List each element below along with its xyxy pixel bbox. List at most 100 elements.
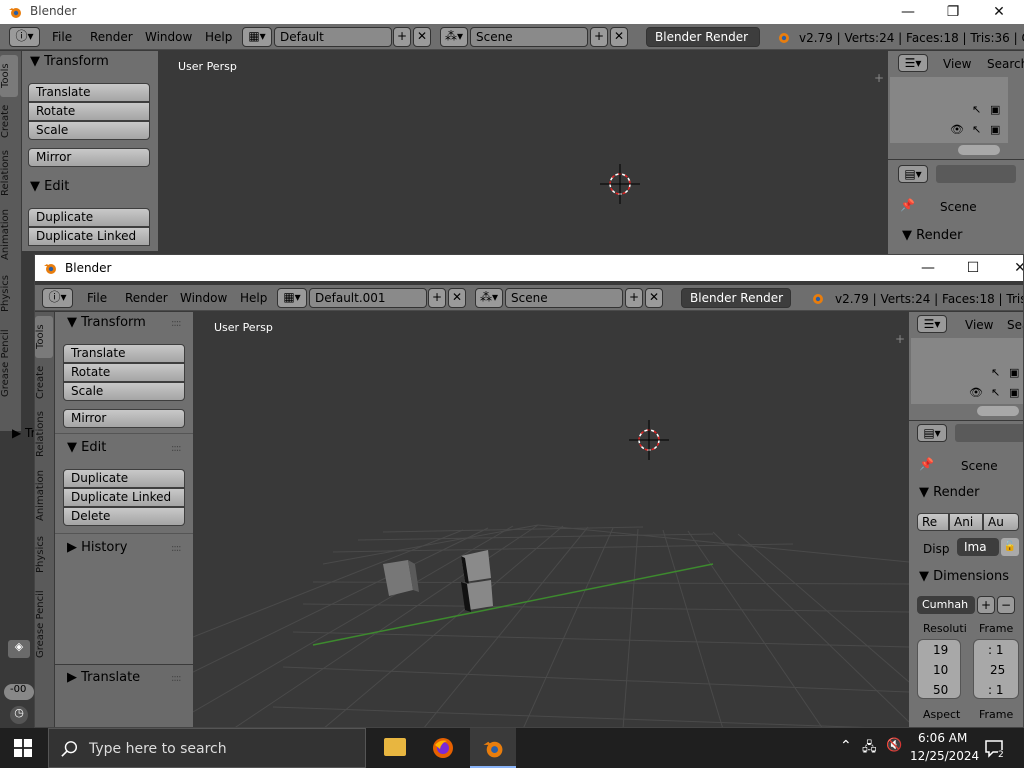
tab-relations[interactable]: Relations — [0, 145, 18, 201]
mirror-button[interactable]: Mirror — [63, 409, 185, 428]
viewport-add-icon[interactable]: + — [874, 71, 884, 85]
outliner-editor-icon[interactable]: ☰▾ — [898, 54, 928, 72]
tab-relations[interactable]: Relations — [35, 406, 53, 462]
front-viewport[interactable]: User Persp + — [193, 312, 909, 727]
cursor-icon[interactable]: ↖ — [991, 386, 1000, 399]
layout-icon[interactable]: ▦▾ — [242, 27, 272, 47]
preset-select[interactable]: Cumhah — [917, 596, 975, 614]
network-icon[interactable]: 🖧 — [862, 738, 877, 760]
pin-icon[interactable]: 📌 — [900, 198, 915, 212]
tab-create[interactable]: Create — [0, 99, 18, 143]
outliner-editor-icon[interactable]: ☰▾ — [917, 315, 947, 333]
close-button[interactable]: ✕ — [997, 255, 1023, 279]
menu-help[interactable]: Help — [205, 30, 232, 44]
back-collapsed-panel[interactable]: ▶ Tr — [12, 426, 36, 440]
frame-step-field[interactable]: : 1 — [988, 683, 1004, 697]
frame-end-field[interactable]: 25 — [990, 663, 1005, 677]
blender-taskbar-button[interactable] — [470, 728, 516, 768]
frame-start-field[interactable]: : 1 — [988, 643, 1004, 657]
firefox-icon[interactable] — [432, 737, 454, 759]
add-preset-button[interactable]: + — [977, 596, 995, 614]
add-layout-button[interactable]: + — [393, 27, 411, 47]
info-editor-icon[interactable]: ⓘ▾ — [9, 27, 40, 47]
scene-icon[interactable]: ⁂▾ — [475, 288, 503, 308]
cube-object[interactable] — [383, 560, 419, 596]
menu-help[interactable]: Help — [240, 291, 267, 305]
back-frame-field[interactable]: -00 — [4, 684, 34, 700]
camera-icon[interactable]: ▣ — [990, 103, 1000, 116]
mirror-button[interactable]: Mirror — [28, 148, 150, 167]
minimize-button[interactable]: — — [905, 255, 951, 279]
resolution-x-field[interactable]: 19 — [933, 643, 948, 657]
edit-header[interactable]: ▼ Edit — [67, 440, 106, 455]
props-render-header[interactable]: ▼ Render — [919, 485, 979, 500]
layout-field[interactable]: Default.001 — [309, 288, 427, 308]
scene-icon[interactable]: ⁂▾ — [440, 27, 468, 47]
tab-animation[interactable]: Animation — [35, 464, 53, 528]
menu-file[interactable]: File — [52, 30, 72, 44]
outliner-view-menu[interactable]: View — [943, 57, 971, 71]
properties-editor-icon[interactable]: ▤▾ — [898, 165, 928, 183]
drag-grip-icon[interactable]: :::: — [171, 673, 182, 684]
scale-button[interactable]: Scale — [28, 121, 150, 140]
file-explorer-icon[interactable] — [384, 738, 406, 756]
outliner-scrollbar[interactable] — [977, 406, 1019, 416]
pin-icon[interactable]: 📌 — [919, 457, 934, 471]
back-cube-icon[interactable]: ◈ — [8, 640, 30, 658]
outliner-search-menu[interactable]: Search — [987, 57, 1024, 71]
transform-header[interactable]: ▼ Transform — [67, 315, 146, 330]
menu-window[interactable]: Window — [145, 30, 192, 44]
minimize-button[interactable]: — — [885, 0, 931, 24]
camera-icon[interactable]: ▣ — [1009, 386, 1019, 399]
tab-animation[interactable]: Animation — [0, 203, 18, 267]
close-button[interactable]: ✕ — [976, 0, 1022, 24]
tab-grease-pencil[interactable]: Grease Pencil — [0, 321, 18, 405]
delete-layout-button[interactable]: ✕ — [448, 288, 466, 308]
cursor-icon[interactable]: ↖ — [972, 123, 981, 136]
tab-tools[interactable]: Tools — [35, 316, 53, 358]
taskbar-search-box[interactable]: Type here to search — [48, 728, 366, 768]
chevron-up-icon[interactable]: ⌃ — [840, 738, 852, 754]
render-engine-select[interactable]: Blender Render — [681, 288, 791, 308]
duplicate-linked-button[interactable]: Duplicate Linked — [28, 227, 150, 246]
delete-scene-button[interactable]: ✕ — [645, 288, 663, 308]
lock-icon[interactable]: 🔓 — [1001, 538, 1019, 556]
restore-button[interactable]: ❐ — [930, 0, 976, 24]
remove-preset-button[interactable]: − — [997, 596, 1015, 614]
menu-render[interactable]: Render — [90, 30, 133, 44]
drag-grip-icon[interactable]: :::: — [171, 318, 182, 329]
tab-create[interactable]: Create — [35, 360, 53, 404]
properties-editor-icon[interactable]: ▤▾ — [917, 424, 947, 442]
clock-time[interactable]: 6:06 AM — [918, 731, 967, 745]
rotate-button[interactable]: Rotate — [63, 363, 185, 382]
outliner-scrollbar[interactable] — [958, 145, 1000, 155]
add-layout-button[interactable]: + — [428, 288, 446, 308]
cursor-icon[interactable]: ↖ — [991, 366, 1000, 379]
menu-file[interactable]: File — [87, 291, 107, 305]
volume-muted-icon[interactable]: 🔇 — [886, 738, 902, 753]
edit-header[interactable]: ▼ Edit — [30, 179, 69, 194]
delete-scene-button[interactable]: ✕ — [610, 27, 628, 47]
rotate-button[interactable]: Rotate — [28, 102, 150, 121]
render-animation-button[interactable]: Ani — [949, 513, 983, 531]
tab-grease-pencil[interactable]: Grease Pencil — [35, 582, 53, 666]
drag-grip-icon[interactable]: :::: — [171, 443, 182, 454]
tab-physics[interactable]: Physics — [0, 269, 18, 319]
render-image-button[interactable]: Re — [917, 513, 949, 531]
resolution-y-field[interactable]: 10 — [933, 663, 948, 677]
back-clock-icon[interactable]: ◷ — [10, 706, 28, 724]
menu-render[interactable]: Render — [125, 291, 168, 305]
cursor-icon[interactable]: ↖ — [972, 103, 981, 116]
tab-tools[interactable]: Tools — [0, 55, 18, 97]
duplicate-button[interactable]: Duplicate — [63, 469, 185, 488]
eye-icon[interactable]: 👁 — [950, 123, 964, 136]
transform-header[interactable]: ▼ Transform — [30, 54, 109, 69]
translate-button[interactable]: Translate — [63, 344, 185, 363]
eye-icon[interactable]: 👁 — [969, 386, 983, 399]
dimensions-header[interactable]: ▼ Dimensions — [919, 569, 1009, 584]
resolution-percent-field[interactable]: 50 — [933, 683, 948, 697]
camera-icon[interactable]: ▣ — [990, 123, 1000, 136]
add-scene-button[interactable]: + — [625, 288, 643, 308]
translate-button[interactable]: Translate — [28, 83, 150, 102]
delete-button[interactable]: Delete — [63, 507, 185, 526]
